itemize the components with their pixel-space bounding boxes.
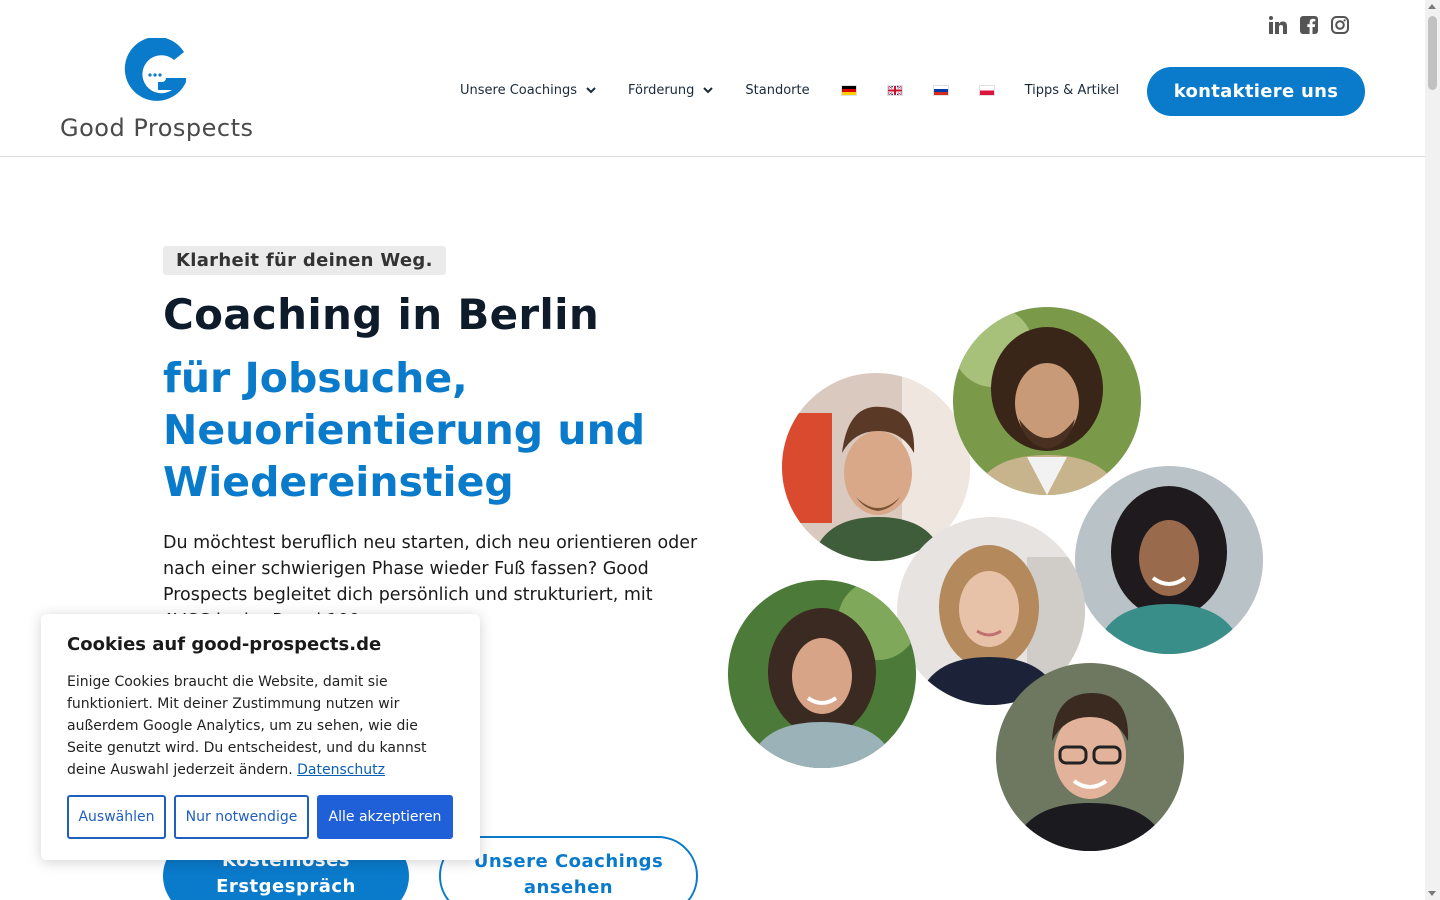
coach-photo-man-glasses [996,663,1184,851]
scroll-up-arrow-icon[interactable] [1428,4,1436,9]
scroll-thumb[interactable] [1428,16,1437,90]
nav-unsere-coachings[interactable]: Unsere Coachings [460,83,597,98]
logo-text: Good Prospects [60,114,254,142]
flag-pl-icon[interactable] [978,84,995,96]
scroll-down-arrow-icon[interactable] [1428,891,1436,896]
site-header: Good Prospects Unsere Coachings Förderun… [0,0,1425,157]
instagram-icon[interactable] [1330,14,1350,36]
nav-label: Unsere Coachings [460,82,577,98]
cookie-select-button[interactable]: Auswählen [67,795,166,839]
coach-photo-woman-dark-hair [728,580,916,768]
cookie-accept-all-button[interactable]: Alle akzeptieren [317,795,453,839]
logo[interactable]: Good Prospects [60,38,255,148]
cookie-text: Einige Cookies braucht die Website, dami… [67,671,454,781]
facebook-icon[interactable] [1299,14,1319,36]
cookie-buttons: Auswählen Nur notwendige Alle akzeptiere… [67,795,453,839]
nav-foerderung[interactable]: Förderung [628,83,714,98]
page-scrollbar[interactable] [1425,0,1440,900]
chevron-down-icon [586,87,596,94]
nav-label: Standorte [745,82,810,98]
cookie-title: Cookies auf good-prospects.de [67,634,382,655]
hero-subtitle: für Jobsuche, Neuorientierung und Wieder… [163,354,646,506]
hero-tagline: Klarheit für deinen Weg. [163,246,446,275]
cookie-necessary-only-button[interactable]: Nur notwendige [174,795,309,839]
privacy-link[interactable]: Datenschutz [297,762,385,778]
nav-tipps-artikel[interactable]: Tipps & Artikel [1025,83,1119,98]
flag-de-icon[interactable] [840,84,857,96]
chevron-down-icon [703,87,714,94]
contact-button[interactable]: kontaktiere uns [1147,67,1365,116]
nav-label: Förderung [627,82,695,98]
good-prospects-logo-icon [124,38,186,101]
main-nav: Unsere Coachings Förderung Standorte Tip… [460,80,1119,100]
coach-photo-woman-teal-sweater [1075,466,1263,654]
linkedin-icon[interactable] [1268,14,1288,36]
nav-standorte[interactable]: Standorte [745,83,809,98]
flag-ru-icon[interactable] [932,84,949,96]
social-links [1268,14,1350,36]
nav-label: Tipps & Artikel [1024,82,1120,98]
hero-title: Coaching in Berlin [163,290,600,339]
coach-photo-man-curly-hair [953,307,1141,495]
cookie-banner: Cookies auf good-prospects.de Einige Coo… [41,614,480,860]
flag-en-icon[interactable] [886,84,903,96]
